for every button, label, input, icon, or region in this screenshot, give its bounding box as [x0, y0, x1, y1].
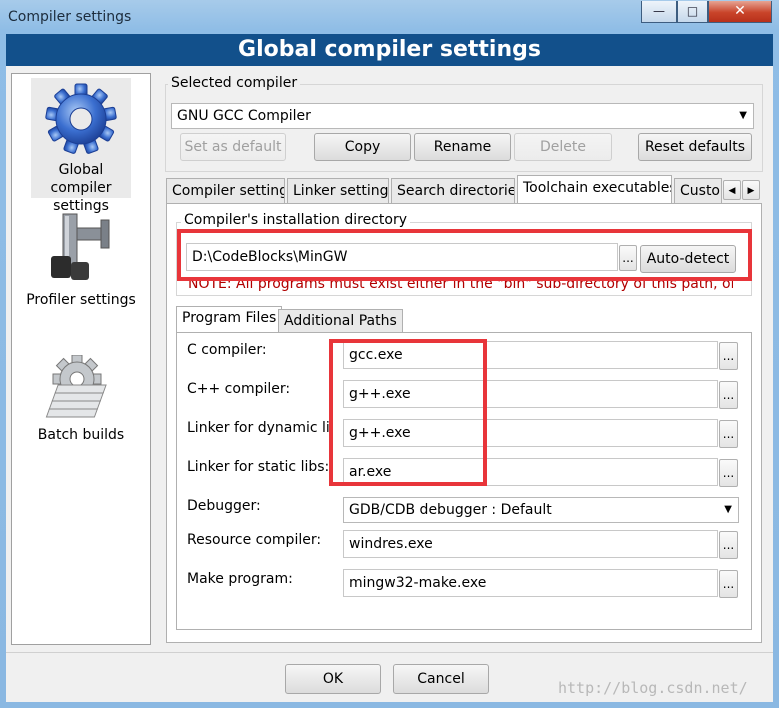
- reset-defaults-button[interactable]: Reset defaults: [638, 133, 752, 161]
- close-button[interactable]: ✕: [708, 1, 772, 23]
- cancel-button[interactable]: Cancel: [393, 664, 489, 694]
- tab-scroll-left-button[interactable]: ◀: [723, 180, 741, 200]
- nav-item-profiler[interactable]: Profiler settings: [21, 210, 141, 320]
- cpp-compiler-label: C++ compiler:: [187, 381, 291, 397]
- tab-search-directories[interactable]: Search directories: [391, 178, 515, 203]
- resource-compiler-label: Resource compiler:: [187, 532, 322, 548]
- tab-scroll-right-button[interactable]: ▶: [742, 180, 760, 200]
- copy-button[interactable]: Copy: [314, 133, 411, 161]
- make-program-label: Make program:: [187, 571, 293, 587]
- resource-compiler-input[interactable]: windres.exe: [343, 530, 718, 558]
- rename-button[interactable]: Rename: [414, 133, 511, 161]
- window-title: Compiler settings: [8, 9, 132, 25]
- minimize-button[interactable]: —: [641, 1, 677, 23]
- tab-custom[interactable]: Custom: [674, 178, 722, 203]
- subtab-program-files[interactable]: Program Files: [176, 306, 283, 332]
- maximize-button[interactable]: □: [677, 1, 708, 23]
- cpp-compiler-browse-button[interactable]: ...: [719, 381, 738, 409]
- gear-icon: [45, 83, 117, 154]
- dynamic-linker-label: Linker for dynamic libs:: [187, 420, 330, 436]
- static-linker-browse-button[interactable]: ...: [719, 459, 738, 487]
- highlight-box-programs: [329, 339, 487, 486]
- c-compiler-label: C compiler:: [187, 342, 267, 358]
- chevron-down-icon: ▼: [739, 110, 747, 121]
- stack-gear-icon: [45, 354, 107, 418]
- debugger-label: Debugger:: [187, 498, 261, 514]
- static-linker-label: Linker for static libs:: [187, 459, 330, 475]
- chevron-down-icon: ▼: [724, 504, 732, 515]
- nav-item-label: Profiler settings: [26, 292, 136, 308]
- page-title: Global compiler settings: [6, 34, 773, 66]
- tab-linker-settings[interactable]: Linker settings: [287, 178, 389, 203]
- selected-compiler-label: Selected compiler: [168, 75, 301, 91]
- watermark: http://blog.csdn.net/: [558, 679, 748, 697]
- set-as-default-button[interactable]: Set as default: [180, 133, 286, 161]
- compiler-select-value: GNU GCC Compiler: [177, 108, 311, 124]
- compiler-select[interactable]: GNU GCC Compiler ▼: [171, 103, 754, 129]
- dynamic-linker-browse-button[interactable]: ...: [719, 420, 738, 448]
- caliper-icon: [51, 213, 110, 280]
- nav-item-batch-builds[interactable]: Batch builds: [21, 354, 141, 455]
- ok-button[interactable]: OK: [285, 664, 381, 694]
- delete-button[interactable]: Delete: [514, 133, 612, 161]
- highlight-box-install-dir: [177, 229, 752, 281]
- make-program-browse-button[interactable]: ...: [719, 570, 738, 598]
- nav-item-label: Global compiler: [50, 162, 112, 196]
- tab-toolchain-executables[interactable]: Toolchain executables: [517, 175, 672, 204]
- debugger-select[interactable]: GDB/CDB debugger : Default ▼: [343, 497, 739, 523]
- c-compiler-browse-button[interactable]: ...: [719, 342, 738, 370]
- footer-divider: [6, 652, 773, 653]
- subtab-additional-paths[interactable]: Additional Paths: [278, 309, 403, 333]
- tab-compiler-settings[interactable]: Compiler settings: [166, 178, 285, 203]
- debugger-select-value: GDB/CDB debugger : Default: [349, 502, 552, 518]
- make-program-input[interactable]: mingw32-make.exe: [343, 569, 718, 597]
- nav-item-global-compiler[interactable]: Global compiler settings: [31, 78, 131, 214]
- resource-compiler-browse-button[interactable]: ...: [719, 531, 738, 559]
- nav-item-label: Batch builds: [37, 427, 125, 443]
- install-dir-label: Compiler's installation directory: [181, 212, 410, 228]
